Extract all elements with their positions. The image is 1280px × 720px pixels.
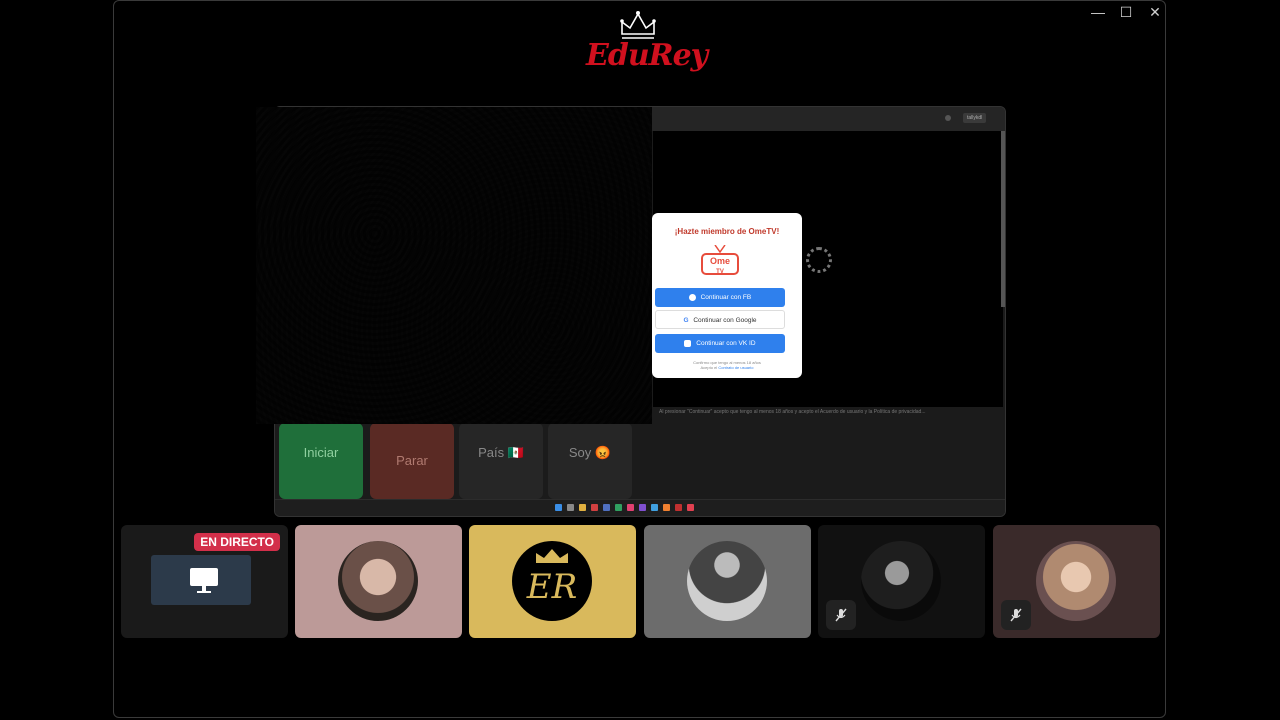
participant-tile-6[interactable] — [993, 525, 1160, 638]
settings-icon[interactable] — [945, 115, 951, 121]
taskbar — [275, 499, 1005, 516]
maximize-icon[interactable]: ☐ — [1118, 4, 1134, 20]
edurey-avatar: ER — [512, 541, 592, 621]
ometv-logo: Ome TV — [701, 245, 739, 277]
participant-avatar — [687, 541, 767, 621]
participant-tile-2[interactable] — [295, 525, 462, 638]
facebook-icon — [688, 293, 696, 301]
edurey-logo: EduRey — [586, 8, 708, 74]
logo-text: EduRey — [586, 38, 708, 73]
app-icon[interactable] — [651, 504, 658, 511]
app-icon[interactable] — [591, 504, 598, 511]
folder-icon[interactable] — [579, 504, 586, 511]
app-icon[interactable] — [639, 504, 646, 511]
app-icon[interactable] — [663, 504, 670, 511]
legal-caption: Al presionar "Continuar" acepto que teng… — [659, 409, 926, 415]
signup-modal: ¡Hazte miembro de OmeTV! Ome TV Continua… — [652, 213, 802, 378]
monitor-icon — [190, 568, 218, 593]
legal-text: Confirmo que tengo al menos 18 años Acep… — [662, 360, 792, 370]
antenna-icon — [714, 245, 726, 253]
app-icon[interactable] — [603, 504, 610, 511]
app-icon[interactable] — [627, 504, 634, 511]
logo-ome: Ome — [709, 256, 730, 266]
crown-icon — [620, 11, 656, 39]
start-menu-icon[interactable] — [555, 504, 562, 511]
country-button[interactable]: País 🇲🇽 — [459, 423, 543, 499]
vk-icon — [684, 339, 692, 347]
live-badge: EN DIRECTO — [194, 533, 280, 551]
mic-muted-icon — [826, 600, 856, 630]
gender-button[interactable]: Soy 😡 — [548, 423, 632, 499]
er-initials: ER — [526, 567, 578, 607]
participant-avatar — [338, 541, 418, 621]
participant-tile-screenshare[interactable]: EN DIRECTO — [121, 525, 288, 638]
facebook-login-label: Continuar con FB — [700, 294, 752, 301]
google-login-label: Continuar con Google — [693, 317, 757, 324]
facebook-login-button[interactable]: Continuar con FB — [655, 288, 785, 307]
start-button[interactable]: Iniciar — [279, 423, 363, 499]
vk-login-button[interactable]: Continuar con VK ID — [655, 334, 785, 353]
participant-tile-5[interactable] — [818, 525, 985, 638]
camera-preview — [256, 107, 652, 424]
loading-spinner-icon — [806, 247, 832, 273]
close-icon[interactable]: ✕ — [1147, 4, 1163, 20]
minimize-icon[interactable]: — — [1090, 4, 1106, 20]
mic-muted-icon — [1001, 600, 1031, 630]
google-login-button[interactable]: G Continuar con Google — [655, 310, 785, 329]
modal-title: ¡Hazte miembro de OmeTV! — [674, 227, 780, 236]
legal-line-2-prefix: Acepto el — [700, 365, 718, 370]
participant-tile-4[interactable] — [644, 525, 811, 638]
google-icon: G — [683, 317, 689, 324]
scrollbar[interactable] — [1001, 131, 1005, 307]
app-icon[interactable] — [675, 504, 682, 511]
stop-button[interactable]: Parar — [370, 423, 454, 499]
participant-avatar — [1036, 541, 1116, 621]
participant-tile-edurey[interactable]: ER — [469, 525, 636, 638]
app-icon[interactable] — [615, 504, 622, 511]
vk-login-label: Continuar con VK ID — [696, 340, 756, 347]
search-icon[interactable] — [567, 504, 574, 511]
app-icon[interactable] — [687, 504, 694, 511]
address-badge[interactable]: tallykdl — [963, 113, 987, 123]
terms-link[interactable]: Contrato de usuario — [718, 365, 753, 370]
crown-icon — [536, 549, 568, 563]
participant-avatar — [861, 541, 941, 621]
logo-tv: TV — [716, 269, 724, 275]
